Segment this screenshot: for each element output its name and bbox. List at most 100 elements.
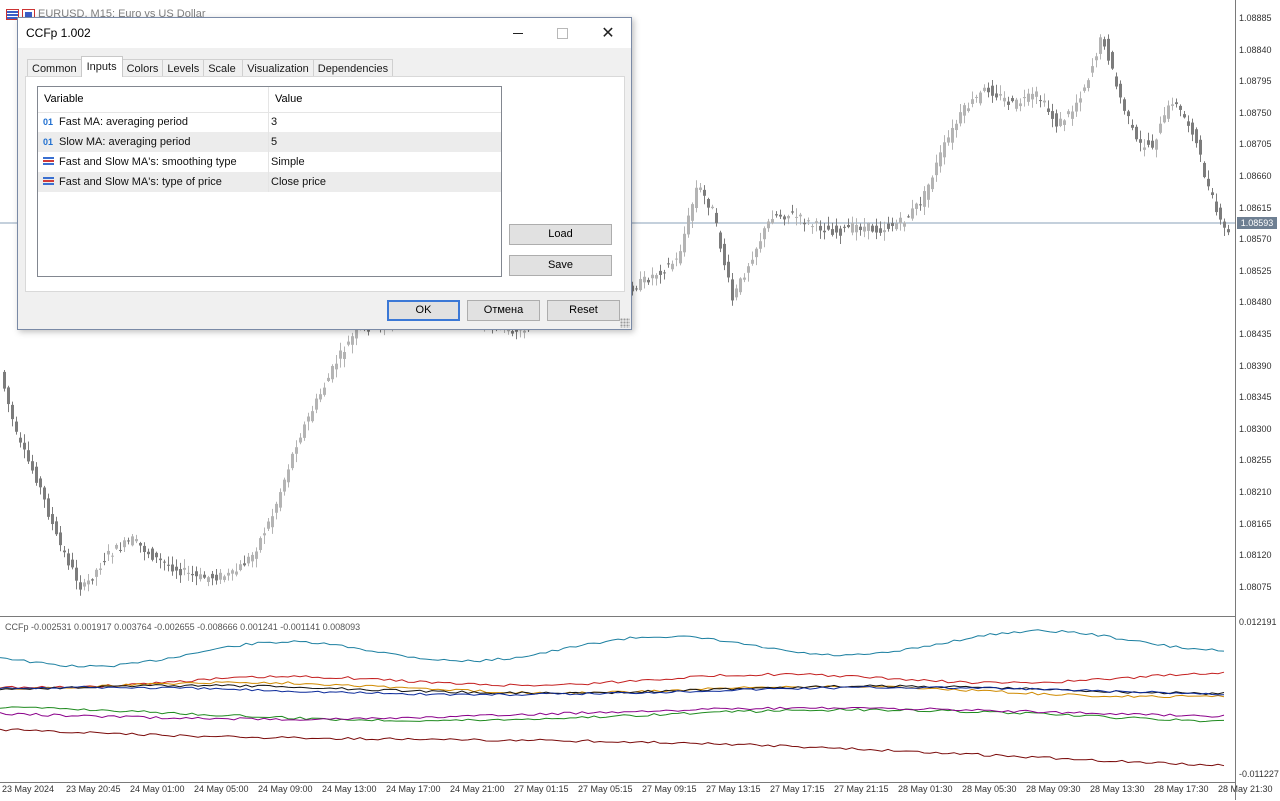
price-axis-label: 1.08345 [1239, 392, 1272, 403]
candle-body [639, 278, 642, 291]
ok-button[interactable]: OK [387, 300, 460, 321]
candle-body [27, 450, 30, 462]
candle-body [1187, 121, 1190, 126]
candle-body [1019, 103, 1022, 107]
candle-body [659, 270, 662, 275]
candle-body [223, 576, 226, 580]
candle-body [511, 331, 514, 334]
indicator-properties-dialog[interactable]: CCFp 1.002 ✕ Common Inputs Colors Levels… [17, 17, 632, 330]
tab-colors[interactable]: Colors [121, 59, 164, 77]
candle-body [83, 582, 86, 587]
time-axis-label: 27 May 09:15 [642, 784, 697, 794]
candle-body [47, 498, 50, 517]
tab-common[interactable]: Common [27, 59, 82, 77]
resize-grip[interactable] [620, 318, 630, 328]
candle-body [875, 225, 878, 233]
price-axis-label: 1.08210 [1239, 487, 1272, 497]
variable-value[interactable]: 5 [271, 132, 277, 152]
candle-body [955, 123, 958, 131]
candle-body [855, 224, 858, 233]
table-row[interactable]: 01 Slow MA: averaging period 5 [38, 132, 501, 152]
maximize-button[interactable] [539, 18, 585, 48]
candle-body [1047, 108, 1050, 112]
candle-body [3, 371, 6, 389]
time-axis-label: 23 May 2024 [2, 784, 55, 794]
candle-body [795, 216, 798, 218]
indicator-pane[interactable]: CCFp -0.002531 0.001917 0.003764 -0.0026… [0, 616, 1235, 783]
candle-body [215, 574, 218, 581]
close-button[interactable]: ✕ [585, 18, 631, 48]
candle-body [155, 552, 158, 558]
candle-body [843, 226, 846, 228]
tab-levels[interactable]: Levels [162, 59, 205, 77]
time-axis-label: 28 May 01:30 [898, 784, 953, 794]
candle-body [763, 228, 766, 240]
tab-dependencies[interactable]: Dependencies [312, 59, 394, 77]
enum-icon [43, 177, 55, 187]
column-header-value[interactable]: Value [269, 87, 501, 112]
candle-body [751, 259, 754, 264]
save-button[interactable]: Save [509, 255, 612, 276]
price-axis-label: 1.08570 [1239, 234, 1272, 245]
candle-body [151, 548, 154, 560]
candle-body [263, 533, 266, 536]
candle-body [111, 555, 114, 557]
price-axis-label: 1.08300 [1239, 423, 1272, 434]
candle-body [987, 87, 990, 93]
candle-body [115, 544, 118, 549]
candle-body [207, 577, 210, 582]
column-header-variable[interactable]: Variable [38, 87, 269, 112]
candle-body [1223, 221, 1226, 228]
candle-body [283, 479, 286, 492]
load-button[interactable]: Load [509, 224, 612, 245]
candle-body [247, 556, 250, 564]
candle-body [823, 230, 826, 233]
inputs-grid[interactable]: Variable Value 01 Fast MA: averaging per… [37, 86, 502, 277]
candle-body [835, 225, 838, 233]
table-row[interactable]: Fast and Slow MA's: smoothing type Simpl… [38, 152, 501, 172]
candle-body [163, 561, 166, 563]
candle-body [219, 572, 222, 580]
variable-value[interactable]: 3 [271, 112, 277, 132]
candle-body [663, 272, 666, 274]
reset-button[interactable]: Reset [547, 300, 620, 321]
candle-body [147, 551, 150, 555]
candle-body [299, 437, 302, 443]
table-row[interactable]: 01 Fast MA: averaging period 3 [38, 112, 501, 132]
candle-body [287, 469, 290, 483]
candle-body [275, 503, 278, 513]
minimize-button[interactable] [495, 18, 541, 48]
price-axis-label: 1.08705 [1239, 139, 1272, 150]
price-axis-label: 1.08165 [1239, 518, 1272, 529]
close-icon: ✕ [601, 25, 615, 42]
candle-body [635, 288, 638, 290]
cancel-button[interactable]: Отмена [467, 300, 540, 321]
candle-body [11, 404, 14, 420]
candle-body [195, 571, 198, 577]
indicator-plot[interactable] [0, 617, 1235, 783]
tab-scale[interactable]: Scale [203, 59, 244, 77]
tab-inputs[interactable]: Inputs [80, 56, 123, 77]
candle-body [779, 214, 782, 217]
candle-body [191, 573, 194, 576]
candle-body [351, 336, 354, 345]
candle-body [63, 550, 66, 553]
candle-body [119, 549, 122, 551]
dialog-titlebar[interactable]: CCFp 1.002 ✕ [18, 18, 631, 48]
candle-body [199, 574, 202, 580]
candle-body [1219, 207, 1222, 220]
candle-body [831, 229, 834, 235]
candle-body [719, 232, 722, 249]
candle-body [1183, 114, 1186, 118]
variable-value[interactable]: Simple [271, 152, 305, 172]
time-axis-label: 24 May 13:00 [322, 784, 377, 794]
table-row[interactable]: Fast and Slow MA's: type of price Close … [38, 172, 501, 192]
candle-body [1043, 100, 1046, 103]
variable-value[interactable]: Close price [271, 172, 326, 192]
candle-body [1123, 99, 1126, 111]
candle-body [667, 263, 670, 265]
tab-visualization[interactable]: Visualization [242, 59, 314, 77]
candle-body [1203, 162, 1206, 178]
tab-bar: Common Inputs Colors Levels Scale Visual… [27, 56, 394, 77]
candle-body [727, 261, 730, 278]
